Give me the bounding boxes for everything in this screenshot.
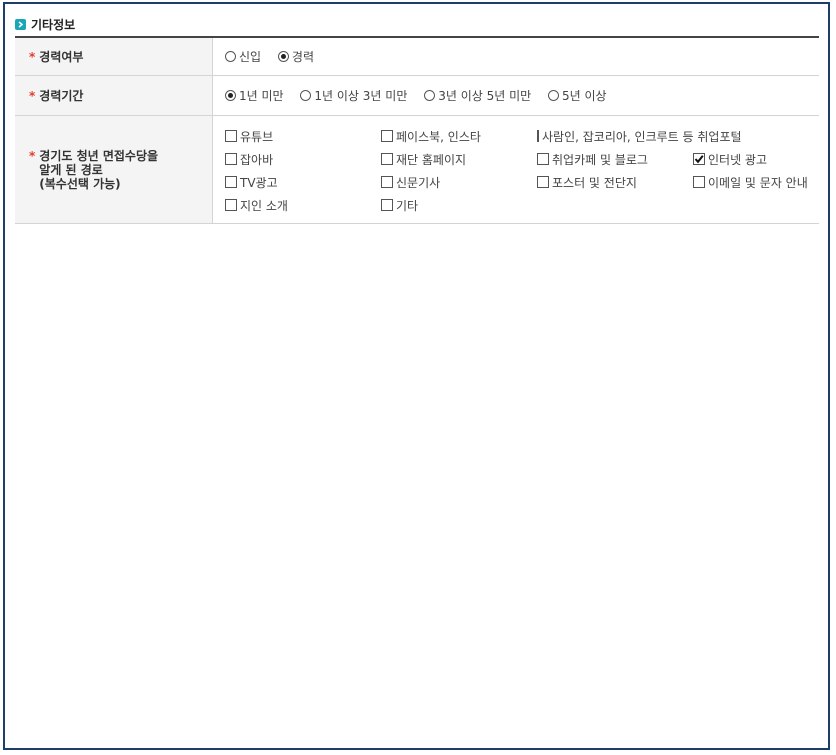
radio-option-experienced[interactable]: 경력 (277, 48, 315, 65)
checkbox[interactable] (381, 176, 393, 188)
radio-label: 1년 미만 (239, 89, 284, 103)
grid-spacer (693, 127, 833, 146)
checkbox-option-newspaper[interactable]: 신문기사 (381, 173, 537, 192)
checkbox-option-foundation-site[interactable]: 재단 홈페이지 (381, 150, 537, 169)
radio-label: 신입 (239, 50, 262, 64)
source-label-line: 경기도 청년 면접수당을 (39, 148, 159, 163)
checkbox-option-referral[interactable]: 지인 소개 (225, 196, 381, 215)
source-row: * 경기도 청년 면접수당을 알게 된 경로 (복수선택 가능) 유튜브 페이스… (15, 115, 819, 224)
checkbox-label: 이메일 및 문자 안내 (708, 175, 808, 190)
radio-label: 경력 (291, 50, 315, 64)
checkbox[interactable] (381, 153, 393, 165)
radio-option-new[interactable]: 신입 (225, 48, 261, 65)
radio-button[interactable] (300, 90, 312, 101)
checkbox[interactable] (225, 176, 237, 188)
duration-label: 경력기간 (39, 88, 84, 103)
checkbox-option-email-sms[interactable]: 이메일 및 문자 안내 (693, 173, 833, 192)
section-header: 기타정보 (15, 14, 75, 34)
required-mark: * (29, 49, 36, 64)
checkbox-checked[interactable] (693, 153, 705, 165)
checkbox-option-poster[interactable]: 포스터 및 전단지 (537, 173, 693, 192)
source-options: 유튜브 페이스북, 인스타 사람인, 잡코리아, 인크루트 등 취업포털 잡아바… (212, 115, 819, 224)
checkbox-option-tv-ad[interactable]: TV광고 (225, 173, 381, 192)
section-title: 기타정보 (31, 17, 76, 32)
radio-label: 5년 이상 (562, 89, 607, 103)
required-mark: * (29, 148, 36, 163)
checkbox[interactable] (225, 199, 237, 211)
radio-option-under-1y[interactable]: 1년 미만 (225, 87, 284, 104)
checkbox-label: 포스터 및 전단지 (552, 175, 637, 190)
checkbox[interactable] (537, 176, 549, 188)
chevron-right-icon (15, 18, 26, 30)
radio-button-selected[interactable] (277, 51, 289, 62)
duration-label-cell: * 경력기간 (15, 75, 213, 116)
experience-label: 경력여부 (39, 49, 84, 64)
checkbox-option-jobaba[interactable]: 잡아바 (225, 150, 381, 169)
checkbox-option-other[interactable]: 기타 (381, 196, 537, 215)
radio-option-1y-3y[interactable]: 1년 이상 3년 미만 (300, 87, 407, 104)
checkbox-label: 지인 소개 (240, 198, 288, 213)
checkbox-option-internet-ad[interactable]: 인터넷 광고 (693, 150, 833, 169)
radio-label: 1년 이상 3년 미만 (314, 89, 408, 103)
checkbox-label: TV광고 (240, 175, 278, 190)
checkbox[interactable] (537, 153, 549, 165)
checkbox-label: 페이스북, 인스타 (396, 129, 481, 144)
experience-options: 신입 경력 (212, 37, 819, 76)
source-label-cell: * 경기도 청년 면접수당을 알게 된 경로 (복수선택 가능) (15, 115, 213, 224)
checkbox-label: 취업카페 및 블로그 (552, 152, 648, 167)
info-table: * 경력여부 신입 경력 * 경력기간 1년 미만 1년 이상 3년 미만 3년… (15, 36, 819, 224)
required-mark: * (29, 88, 36, 103)
checkbox-label: 재단 홈페이지 (396, 152, 467, 167)
radio-option-3y-5y[interactable]: 3년 이상 5년 미만 (424, 87, 531, 104)
checkbox[interactable] (381, 130, 393, 142)
experience-label-cell: * 경력여부 (15, 37, 213, 76)
check-icon (694, 155, 704, 164)
checkbox[interactable] (225, 130, 237, 142)
radio-label: 3년 이상 5년 미만 (438, 89, 532, 103)
source-label-line: 알게 된 경로 (39, 162, 103, 177)
checkbox[interactable] (537, 130, 539, 142)
checkbox-grid: 유튜브 페이스북, 인스타 사람인, 잡코리아, 인크루트 등 취업포털 잡아바… (225, 125, 819, 215)
duration-options: 1년 미만 1년 이상 3년 미만 3년 이상 5년 미만 5년 이상 (212, 75, 819, 116)
experience-row: * 경력여부 신입 경력 (15, 37, 819, 76)
radio-button[interactable] (548, 90, 559, 101)
radio-option-over-5y[interactable]: 5년 이상 (548, 87, 607, 104)
radio-button[interactable] (225, 51, 236, 62)
duration-row: * 경력기간 1년 미만 1년 이상 3년 미만 3년 이상 5년 미만 5년 이… (15, 75, 819, 116)
checkbox[interactable] (381, 199, 393, 211)
checkbox-option-facebook-insta[interactable]: 페이스북, 인스타 (381, 127, 537, 146)
checkbox-label: 인터넷 광고 (708, 152, 768, 167)
checkbox-label: 잡아바 (240, 152, 274, 167)
checkbox-label: 기타 (396, 198, 419, 213)
checkbox-option-youtube[interactable]: 유튜브 (225, 127, 381, 146)
checkbox-option-cafe-blog[interactable]: 취업카페 및 블로그 (537, 150, 693, 169)
checkbox-option-job-portals[interactable]: 사람인, 잡코리아, 인크루트 등 취업포털 (537, 127, 742, 146)
radio-button[interactable] (424, 90, 436, 101)
radio-button-selected[interactable] (225, 90, 236, 101)
source-label-line: (복수선택 가능) (39, 176, 121, 191)
checkbox[interactable] (693, 176, 705, 188)
checkbox-label: 신문기사 (396, 175, 441, 190)
checkbox-label: 유튜브 (240, 129, 274, 144)
checkbox[interactable] (225, 153, 237, 165)
